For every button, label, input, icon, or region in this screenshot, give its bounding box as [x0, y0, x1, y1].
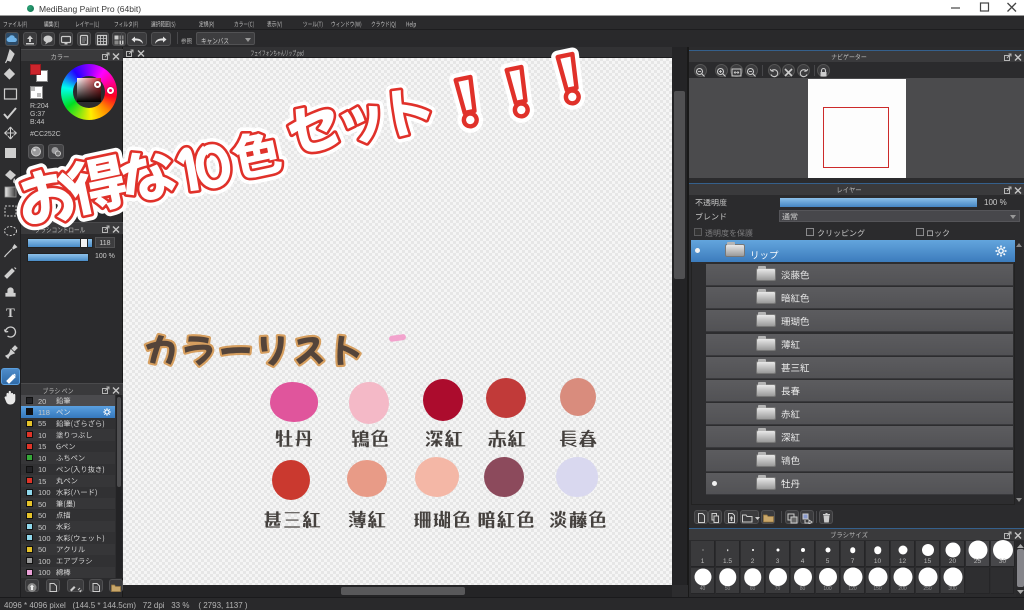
svg-text:T: T: [6, 305, 15, 320]
